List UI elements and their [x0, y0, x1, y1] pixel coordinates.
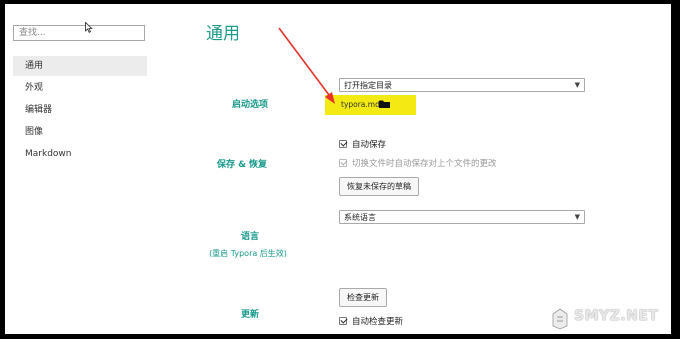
startup-select-value: 打开指定目录: [344, 81, 392, 90]
chevron-down-icon: ▼: [574, 81, 580, 89]
autosave-checkbox[interactable]: [339, 140, 347, 148]
folder-icon[interactable]: [379, 100, 390, 108]
autosave-label: 自动保存: [352, 140, 387, 150]
sidebar-item-editor[interactable]: 编辑器: [13, 100, 147, 120]
language-label: 语言: [240, 232, 259, 242]
auto-check-update-checkbox[interactable]: [339, 317, 347, 325]
switch-autosave-label: 切换文件时自动保存对上个文件的更改: [352, 159, 497, 169]
page-title: 通用: [206, 24, 240, 44]
switch-autosave-option: 切换文件时自动保存对上个文件的更改: [339, 158, 497, 170]
watermark-text: SMYZ.NET: [574, 308, 659, 324]
update-label: 更新: [240, 310, 259, 320]
mouse-cursor-icon: [85, 22, 93, 33]
search-input[interactable]: 查找...: [13, 25, 145, 41]
sidebar: 查找... 通用 外观 编辑器 图像 Markdown: [5, 4, 155, 334]
autosave-option[interactable]: 自动保存: [339, 139, 386, 151]
save-restore-label: 保存 & 恢复: [216, 160, 268, 170]
auto-check-update-option[interactable]: 自动检查更新: [339, 316, 403, 328]
startup-select[interactable]: 打开指定目录 ▼: [339, 78, 585, 92]
sidebar-item-appearance[interactable]: 外观: [13, 78, 147, 98]
language-select[interactable]: 系统语言 ▼: [339, 210, 585, 224]
auto-check-update-label: 自动检查更新: [352, 317, 404, 327]
sidebar-item-image[interactable]: 图像: [13, 122, 147, 142]
startup-path-text: typora.md: [341, 100, 380, 109]
language-restart-note: (重启 Typora 后生效): [209, 249, 287, 258]
chevron-down-icon: ▼: [574, 213, 580, 221]
startup-options-label: 启动选项: [231, 100, 268, 110]
switch-autosave-checkbox: [339, 159, 347, 167]
preferences-window: 查找... 通用 外观 编辑器 图像 Markdown 通用 启动选项 打开指定…: [5, 4, 671, 334]
language-select-value: 系统语言: [344, 213, 376, 222]
sidebar-item-markdown[interactable]: Markdown: [13, 144, 147, 164]
check-update-button[interactable]: 检查更新: [339, 288, 387, 307]
recover-drafts-button[interactable]: 恢复未保存的草稿: [339, 177, 419, 196]
sidebar-item-general[interactable]: 通用: [13, 56, 147, 76]
